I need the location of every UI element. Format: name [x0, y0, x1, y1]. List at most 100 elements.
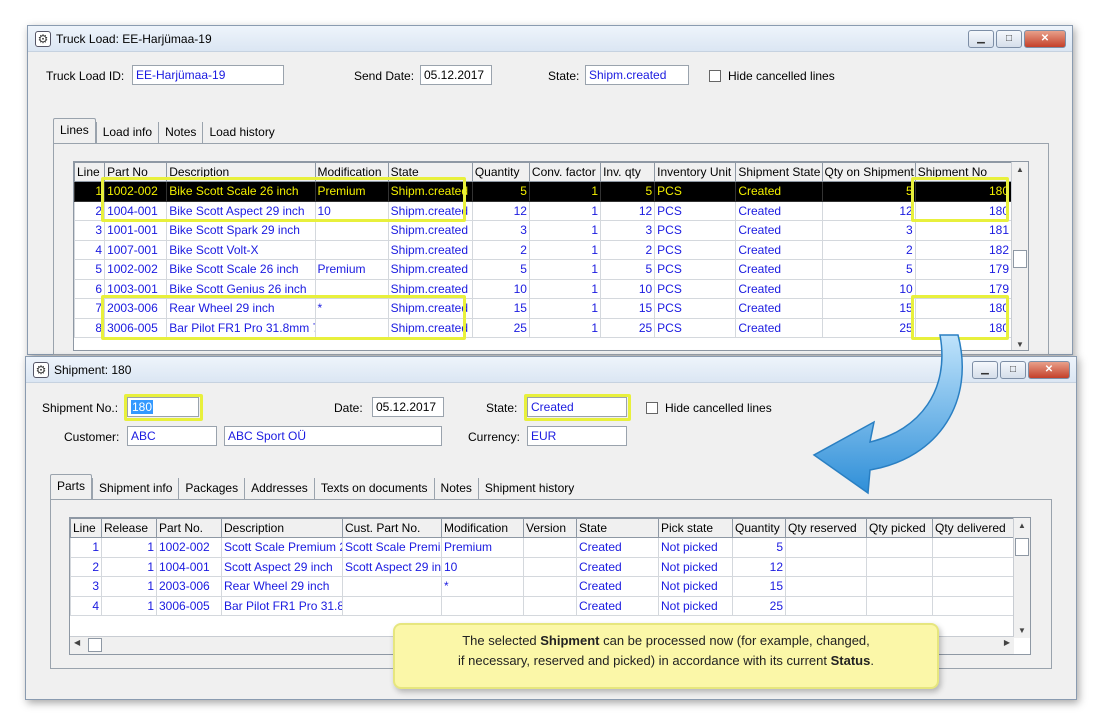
tab-texts-on-documents[interactable]: Texts on documents — [313, 478, 434, 500]
parts-table-row[interactable]: 3 1 2003-006 Rear Wheel 29 inch * Created Not … — [70, 576, 1015, 597]
parts-table-cell[interactable]: 2 — [70, 556, 102, 577]
parts-table-cell[interactable]: Created — [576, 595, 659, 616]
parts-table-cell[interactable]: 2003-006 — [156, 576, 222, 597]
lines-column-header[interactable]: Description — [166, 162, 316, 182]
parts-table-cell[interactable]: 5 — [732, 537, 786, 558]
customer-code-field[interactable]: ABC — [127, 426, 217, 446]
lines-table-cell[interactable]: PCS — [654, 239, 737, 260]
tab-packages[interactable]: Packages — [178, 478, 245, 500]
lines-table-cell[interactable]: Premium — [314, 181, 389, 202]
lines-table-cell[interactable]: 1 — [528, 200, 602, 221]
parts-table-cell[interactable] — [932, 556, 1015, 577]
lines-table-cell[interactable]: Created — [735, 239, 823, 260]
close-button[interactable]: ✕ — [1024, 30, 1066, 48]
lines-table-cell[interactable]: 5 — [600, 181, 656, 202]
parts-column-header[interactable]: Qty delivered — [932, 518, 1015, 538]
lines-table-cell[interactable]: Bike Scott Scale 26 inch — [166, 259, 316, 280]
parts-table-cell[interactable] — [866, 576, 933, 597]
lines-table-cell[interactable]: 1 — [528, 259, 602, 280]
parts-table-row[interactable]: 1 1 1002-002 Scott Scale Premium 2 Scott Sca… — [70, 537, 1015, 558]
lines-table-cell[interactable]: Shipm.created — [387, 298, 473, 319]
parts-table-cell[interactable]: Not picked — [658, 556, 733, 577]
parts-table-cell[interactable]: 1002-002 — [156, 537, 222, 558]
lines-column-header[interactable]: Quantity — [471, 162, 530, 182]
parts-table-cell[interactable]: Scott Scale Premium 2 — [221, 537, 343, 558]
lines-table-cell[interactable]: 15 — [471, 298, 530, 319]
tab-shipment-history[interactable]: Shipment history — [477, 478, 581, 500]
lines-table-cell[interactable]: Bike Scott Spark 29 inch — [166, 220, 316, 241]
lines-table-row[interactable]: 2 1004-001 Bike Scott Aspect 29 inch 10 Ship… — [74, 200, 1013, 221]
parts-table-cell[interactable]: 3006-005 — [156, 595, 222, 616]
parts-table-cell[interactable] — [785, 595, 867, 616]
parts-table-cell[interactable] — [866, 595, 933, 616]
lines-table-cell[interactable]: 12 — [600, 200, 656, 221]
lines-table-cell[interactable]: 1 — [528, 298, 602, 319]
parts-table-cell[interactable]: Rear Wheel 29 inch — [221, 576, 343, 597]
lines-table-cell[interactable]: 1002-002 — [104, 181, 168, 202]
parts-table-cell[interactable] — [523, 537, 577, 558]
parts-column-header[interactable]: Cust. Part No. — [342, 518, 442, 538]
scroll-up-icon[interactable]: ▲ — [1014, 521, 1030, 530]
hide-cancelled-checkbox[interactable] — [709, 70, 721, 82]
scroll-thumb[interactable] — [1013, 250, 1027, 268]
parts-table-cell[interactable]: 12 — [732, 556, 786, 577]
parts-column-header[interactable]: Pick state — [658, 518, 733, 538]
shipment-vertical-scrollbar[interactable]: ▲ ▼ — [1013, 518, 1030, 638]
parts-column-header[interactable]: Qty picked — [866, 518, 933, 538]
parts-table-cell[interactable] — [932, 537, 1015, 558]
lines-table-cell[interactable]: 25 — [471, 317, 530, 338]
lines-column-header[interactable]: Part No — [104, 162, 168, 182]
lines-table-cell[interactable]: 5 — [74, 259, 106, 280]
lines-table-cell[interactable]: Rear Wheel 29 inch — [166, 298, 316, 319]
parts-table-cell[interactable]: 15 — [732, 576, 786, 597]
lines-column-header[interactable]: Qty on Shipment — [821, 162, 916, 182]
parts-table-cell[interactable]: Not picked — [658, 595, 733, 616]
parts-table-cell[interactable]: 1004-001 — [156, 556, 222, 577]
lines-table-cell[interactable]: PCS — [654, 317, 737, 338]
lines-table-cell[interactable]: 5 — [821, 259, 916, 280]
lines-table-cell[interactable]: Shipm.created — [387, 200, 473, 221]
lines-table-cell[interactable]: 10 — [314, 200, 389, 221]
lines-table-cell[interactable]: 10 — [821, 278, 916, 299]
lines-table-cell[interactable]: 1007-001 — [104, 239, 168, 260]
lines-table-cell[interactable]: Premium — [314, 259, 389, 280]
lines-table-cell[interactable]: 2 — [471, 239, 530, 260]
lines-table-cell[interactable]: PCS — [654, 181, 737, 202]
parts-table-cell[interactable]: 1 — [70, 537, 102, 558]
lines-table-cell[interactable]: Created — [735, 298, 823, 319]
parts-table-cell[interactable]: Created — [576, 576, 659, 597]
lines-table-cell[interactable]: PCS — [654, 259, 737, 280]
lines-table-cell[interactable]: 3 — [600, 220, 656, 241]
parts-table-cell[interactable] — [785, 576, 867, 597]
lines-table-cell[interactable]: 12 — [821, 200, 916, 221]
lines-table-cell[interactable]: 179 — [914, 278, 1013, 299]
lines-column-header[interactable]: Line — [74, 162, 106, 182]
scroll-down-icon[interactable]: ▼ — [1014, 626, 1030, 635]
lines-table-cell[interactable]: 5 — [600, 259, 656, 280]
lines-column-header[interactable]: Inventory Unit — [654, 162, 737, 182]
parts-table-cell[interactable] — [342, 576, 442, 597]
parts-column-header[interactable]: Part No. — [156, 518, 222, 538]
lines-table-cell[interactable]: 10 — [600, 278, 656, 299]
lines-table-cell[interactable]: 3 — [74, 220, 106, 241]
lines-table-cell[interactable]: 1004-001 — [104, 200, 168, 221]
lines-table-row[interactable]: 5 1002-002 Bike Scott Scale 26 inch Premium… — [74, 259, 1013, 280]
parts-column-header[interactable]: Line — [70, 518, 102, 538]
parts-table-cell[interactable] — [932, 595, 1015, 616]
lines-table-cell[interactable]: 7 — [74, 298, 106, 319]
lines-table-cell[interactable]: 1 — [528, 239, 602, 260]
parts-table-cell[interactable]: Scott Aspect 29 in — [342, 556, 442, 577]
lines-table-cell[interactable]: PCS — [654, 220, 737, 241]
lines-table-cell[interactable]: Shipm.created — [387, 259, 473, 280]
lines-table-cell[interactable]: 179 — [914, 259, 1013, 280]
lines-table-cell[interactable]: 1 — [528, 278, 602, 299]
lines-table-cell[interactable]: 1 — [528, 181, 602, 202]
minimize-button[interactable]: ▁ — [972, 361, 998, 379]
lines-table-cell[interactable]: 3 — [821, 220, 916, 241]
lines-table-cell[interactable]: 4 — [74, 239, 106, 260]
parts-table-cell[interactable]: 25 — [732, 595, 786, 616]
parts-column-header[interactable]: Release — [101, 518, 157, 538]
lines-column-header[interactable]: State — [387, 162, 473, 182]
scroll-down-icon[interactable]: ▼ — [1012, 340, 1028, 349]
maximize-button[interactable]: □ — [996, 30, 1022, 48]
